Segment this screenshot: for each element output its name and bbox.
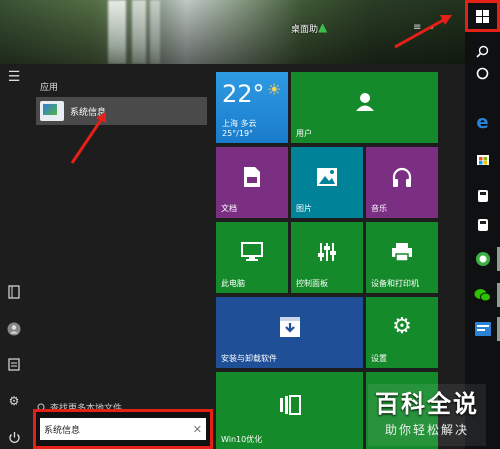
- annotation-arrows: [70, 15, 452, 164]
- arrow-to-start: [394, 16, 448, 49]
- arrow-to-result: [70, 116, 105, 164]
